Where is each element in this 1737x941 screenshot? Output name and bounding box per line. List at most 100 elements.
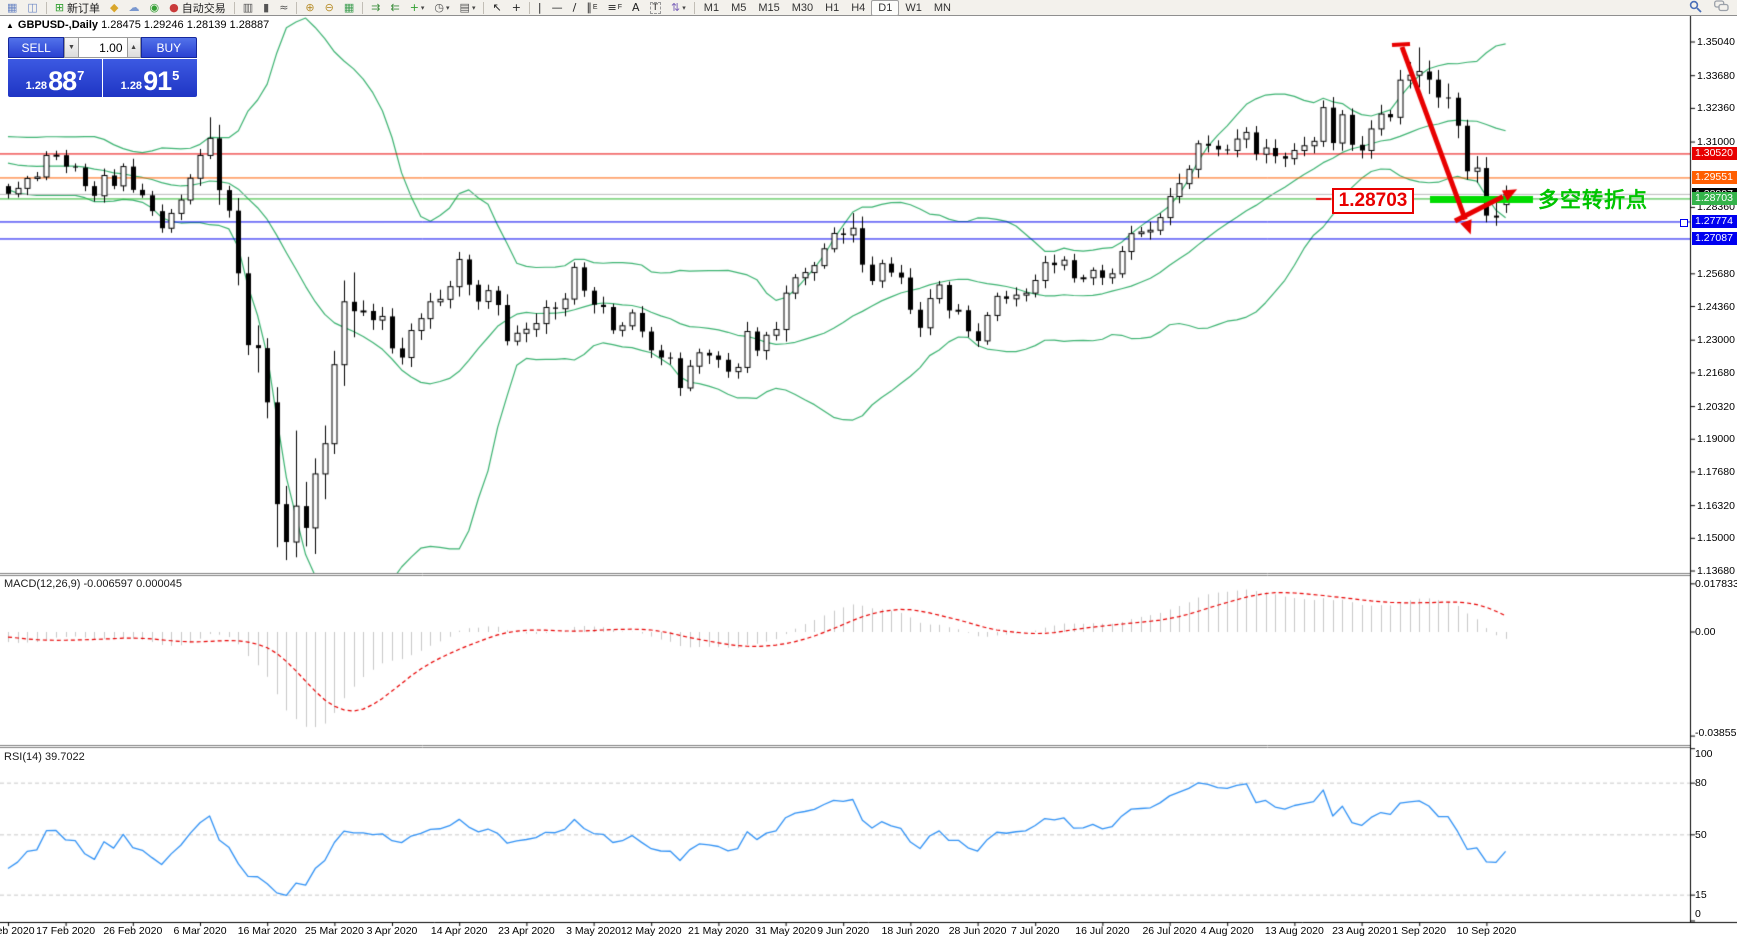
macd-axis-tick: -0.038559 [1695, 727, 1737, 739]
tile-windows-icon: ▦ [344, 2, 354, 13]
cursor-icon[interactable]: ↖ [488, 0, 505, 16]
sell-price-big: 88 [48, 68, 76, 95]
timeframe-button-m30[interactable]: M30 [786, 1, 819, 15]
chat-icon[interactable] [1714, 0, 1729, 16]
fibonacci-icon: ≡ [608, 2, 617, 13]
toolbar-separator [529, 2, 530, 14]
date-axis-label[interactable]: 3 Apr 2020 [357, 925, 427, 937]
timeframe-button-mn[interactable]: MN [928, 1, 957, 15]
timeframe-button-m5[interactable]: M5 [725, 1, 752, 15]
volume-up-button[interactable]: ▲ [127, 37, 141, 58]
timeframe-button-h4[interactable]: H4 [845, 1, 871, 15]
toolbar-separator [296, 2, 297, 14]
history-center-icon: ◆ [110, 2, 118, 13]
signals-icon[interactable]: ◉ [146, 0, 164, 16]
date-axis-label[interactable]: 9 Jun 2020 [808, 925, 878, 937]
macd-axis-tick: 0.017833 [1695, 578, 1737, 590]
timeframe-button-h1[interactable]: H1 [819, 1, 845, 15]
date-axis-label[interactable]: 16 Mar 2020 [232, 925, 302, 937]
price-axis-tick: 1.17680 [1697, 466, 1735, 478]
new-order-button: ⊞ [55, 2, 64, 13]
date-axis-label[interactable]: 7 Jul 2020 [1000, 925, 1070, 937]
history-center-icon[interactable]: ◆ [106, 0, 122, 16]
rsi-indicator-label: RSI(14) 39.7022 [4, 751, 85, 763]
price-line-badge: 1.29551 [1692, 171, 1737, 184]
date-axis-label[interactable]: 21 May 2020 [683, 925, 753, 937]
ohlc-values: 1.28475 1.29246 1.28139 1.28887 [101, 19, 269, 31]
volume-input[interactable] [79, 37, 127, 58]
chart-shift-icon: ⇇ [390, 2, 399, 13]
date-axis-label[interactable]: 10 Sep 2020 [1451, 925, 1521, 937]
horizontal-line-icon[interactable]: — [548, 0, 567, 16]
new-order-button[interactable]: ⊞新订单 [51, 0, 104, 16]
templates-button[interactable]: ▤▾ [456, 0, 480, 16]
price-chart-canvas[interactable] [0, 0, 1737, 941]
tile-windows-icon[interactable]: ▦ [340, 0, 358, 16]
price-line-badge: 1.27087 [1692, 232, 1737, 245]
sell-price-panel[interactable]: 1.28 88 7 [8, 59, 102, 97]
date-axis-label[interactable]: 12 May 2020 [616, 925, 686, 937]
crosshair-icon[interactable]: + [508, 0, 525, 16]
price-axis-tick: 1.31000 [1697, 136, 1735, 148]
date-axis-label[interactable]: 4 Aug 2020 [1192, 925, 1262, 937]
shapes-button: ⇅ [671, 2, 680, 13]
bar-chart-icon[interactable]: ▥ [239, 0, 257, 16]
chart-shift-icon[interactable]: ⇇ [386, 0, 403, 16]
timeframe-button-w1[interactable]: W1 [899, 1, 928, 15]
date-axis-label[interactable]: 6 Mar 2020 [165, 925, 235, 937]
buy-price-big: 91 [143, 68, 171, 95]
terminal-icon[interactable]: ☁ [125, 0, 144, 16]
turning-point-text[interactable]: 多空转折点 [1538, 184, 1648, 214]
vertical-line-icon[interactable]: | [534, 0, 546, 16]
collapse-triangle-icon[interactable]: ▲ [6, 21, 14, 30]
candlestick-chart-icon[interactable]: ▮ [259, 0, 273, 16]
date-axis-label[interactable]: 14 Apr 2020 [424, 925, 494, 937]
date-axis-label[interactable]: 16 Jul 2020 [1067, 925, 1137, 937]
timeframe-button-m1[interactable]: M1 [698, 1, 725, 15]
auto-scroll-icon[interactable]: ⇉ [367, 0, 384, 16]
shapes-button[interactable]: ⇅▾ [667, 0, 690, 16]
date-axis-label[interactable]: 18 Jun 2020 [875, 925, 945, 937]
sell-button[interactable]: SELL [8, 37, 64, 58]
text-icon[interactable]: A [628, 0, 644, 16]
auto-scroll-icon: ⇉ [371, 2, 380, 13]
zoom-out-icon[interactable]: ⊖ [321, 0, 338, 16]
price-axis-tick: 1.23000 [1697, 334, 1735, 346]
trendline-icon[interactable]: / [569, 0, 581, 16]
market-watch-icon[interactable]: ◫ [23, 0, 41, 16]
search-icon[interactable] [1689, 0, 1702, 16]
channel-icon: ∥ [586, 2, 592, 13]
date-axis-label[interactable]: 13 Aug 2020 [1259, 925, 1329, 937]
buy-price-panel[interactable]: 1.28 91 5 [103, 59, 197, 97]
charts-icon[interactable]: ▦ [3, 0, 21, 16]
autotrading-button[interactable]: ●自动交易 [165, 0, 230, 16]
label-icon[interactable]: T [646, 0, 666, 16]
volume-down-button[interactable]: ▼ [64, 37, 78, 58]
line-chart-icon[interactable]: ≈ [275, 0, 292, 16]
price-axis-tick: 1.13680 [1697, 565, 1735, 577]
price-axis-tick: 1.25680 [1697, 268, 1735, 280]
candlestick-chart-icon: ▮ [263, 2, 269, 13]
date-axis-label[interactable]: 1 Sep 2020 [1384, 925, 1454, 937]
periods-button[interactable]: ◷▾ [430, 0, 453, 16]
fibonacci-icon[interactable]: ≡F [604, 0, 627, 16]
date-axis-label[interactable]: 23 Apr 2020 [491, 925, 561, 937]
zoom-in-icon[interactable]: ⊕ [301, 0, 318, 16]
date-axis-label[interactable]: 26 Feb 2020 [98, 925, 168, 937]
zoom-out-icon: ⊖ [325, 2, 334, 13]
channel-icon[interactable]: ∥E [582, 0, 601, 16]
autotrading-button: ● [169, 2, 179, 13]
timeframe-button-m15[interactable]: M15 [752, 1, 785, 15]
turning-point-price-tag[interactable]: 1.28703 [1332, 188, 1414, 214]
price-axis-tick: 1.19000 [1697, 433, 1735, 445]
timeframe-button-d1[interactable]: D1 [871, 0, 899, 16]
price-axis-tick: 1.20320 [1697, 401, 1735, 413]
date-axis-label[interactable]: 17 Feb 2020 [31, 925, 101, 937]
buy-button[interactable]: BUY [141, 37, 197, 58]
indicators-button[interactable]: +▾ [406, 0, 429, 16]
price-axis-tick: 1.32360 [1697, 102, 1735, 114]
sell-price-prefix: 1.28 [26, 80, 47, 92]
toolbar-right-group [1683, 0, 1735, 16]
line-selection-handle[interactable] [1680, 219, 1688, 227]
autotrading-button-label: 自动交易 [182, 0, 226, 16]
